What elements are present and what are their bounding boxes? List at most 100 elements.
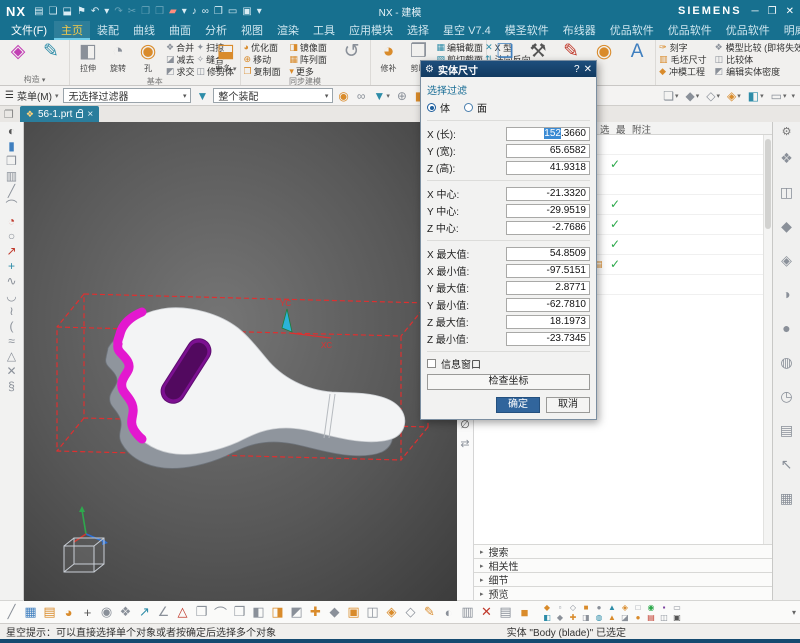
magnet-icon[interactable]: ⊕ <box>397 89 408 103</box>
plus-icon[interactable]: + <box>8 259 15 273</box>
mini-icon-14[interactable]: ✚ <box>568 613 578 622</box>
toolbar-more-icon[interactable]: ▾ <box>792 608 796 617</box>
mini-icon-7[interactable]: ◈ <box>620 603 630 612</box>
ok-button[interactable]: 确定 <box>496 397 540 413</box>
compare-body-icon[interactable]: ◫比较体 <box>715 53 800 65</box>
field-input[interactable]: 54.8509 <box>506 247 590 261</box>
dialog-title-bar[interactable]: ⚙ 实体尺寸 ? ✕ <box>421 61 596 77</box>
constraint-navigator-icon[interactable]: ◫ <box>776 182 798 202</box>
ribbon-tab[interactable]: 布线器 <box>556 21 603 40</box>
collapsed-section[interactable]: ▸搜索 <box>474 544 772 558</box>
field-input[interactable]: 41.9318 <box>506 161 590 175</box>
engrave-text-icon[interactable]: ✑刻字 <box>659 41 707 53</box>
assembly-navigator-icon[interactable]: ❖ <box>776 148 798 168</box>
field-input[interactable]: -23.7345 <box>506 332 590 346</box>
ribbon-tab[interactable]: 选择 <box>400 21 436 40</box>
pattern-face-icon[interactable]: ▦阵列面 <box>289 53 333 65</box>
field-input[interactable]: -2.7686 <box>506 221 590 235</box>
menu-button[interactable]: ☰菜单(M)▾ <box>5 88 58 103</box>
snap-angle-icon[interactable]: ∠ <box>156 604 171 620</box>
undo-icon[interactable]: ↶ <box>91 6 99 17</box>
snap-outline-icon[interactable]: ◇ <box>403 604 418 620</box>
mini-icon-1[interactable]: ◆ <box>542 603 552 612</box>
blank-view-icon[interactable]: ▭▾ <box>771 89 787 103</box>
window-grid-icon[interactable]: ▦ <box>776 488 798 508</box>
ribbon-tab[interactable]: 曲面 <box>162 21 198 40</box>
model-compare-icon[interactable]: ❖模型比较 (即将失效) <box>715 41 800 53</box>
snap-half3-icon[interactable]: ◩ <box>289 604 304 620</box>
snap-square-icon[interactable]: ▣ <box>346 604 361 620</box>
cancel-button[interactable]: 取消 <box>546 397 590 413</box>
ribbon-tab[interactable]: 渲染 <box>270 21 306 40</box>
navigator-column-header[interactable]: 附注 <box>632 122 651 136</box>
ribbon-tab[interactable]: 明威科技 <box>777 21 800 40</box>
snap-pen-icon[interactable]: ✎ <box>422 604 437 620</box>
window-icon[interactable]: ▭ <box>228 6 237 17</box>
navigator-column-header[interactable]: 选 <box>600 122 610 136</box>
mirror-face-icon[interactable]: ◨镜像面 <box>289 41 333 53</box>
hole-icon[interactable]: ◉孔 <box>133 41 163 74</box>
cut-icon[interactable]: ✂ <box>128 6 136 17</box>
ribbon-tab[interactable]: 装配 <box>90 21 126 40</box>
datum-plane-icon[interactable]: ◈ <box>3 41 33 63</box>
line-icon[interactable]: ╱ <box>8 184 15 198</box>
snap-grid-icon[interactable]: ▦ <box>23 604 38 620</box>
mini-icon-22[interactable]: ▣ <box>672 613 682 622</box>
edit-section-icon[interactable]: ▦编辑截面 <box>437 41 484 53</box>
window-view-icon[interactable]: ❏▾ <box>663 89 678 103</box>
snap-diamond-icon[interactable]: ◆ <box>327 604 342 620</box>
snap-moon-icon[interactable]: ◐ <box>441 605 456 620</box>
minimize-button[interactable]: ─ <box>752 6 759 17</box>
selection-scope-dropdown[interactable]: 整个装配▾ <box>213 88 333 103</box>
ribbon-tab[interactable]: 优品软件 <box>719 21 777 40</box>
snap-join-icon[interactable]: ◫ <box>365 604 380 620</box>
snap-arc-icon[interactable]: ⌒ <box>213 603 228 622</box>
field-input[interactable]: -62.7810 <box>506 298 590 312</box>
navigator-scrollbar[interactable] <box>763 135 772 544</box>
helix-icon[interactable]: § <box>8 379 15 393</box>
touch-command-icon[interactable]: ▰ <box>169 6 177 17</box>
toolbar-overflow-icon[interactable]: ▾ <box>791 92 795 100</box>
filter-radio[interactable]: 体 <box>427 100 450 115</box>
die-engineering-icon[interactable]: ◆冲模工程 <box>659 65 707 77</box>
more-sync-icon[interactable]: ▾更多 <box>289 65 333 77</box>
deviation-gauge-icon[interactable]: ▮ <box>8 139 15 153</box>
collapsed-section[interactable]: ▸相关性 <box>474 558 772 572</box>
snap-panel-icon[interactable]: ▤ <box>42 604 57 620</box>
move-face-icon[interactable]: ⊕移动 <box>244 53 288 65</box>
duplicate-window-icon[interactable]: ❐ <box>214 6 223 17</box>
sketch-icon[interactable]: ✎ <box>36 41 66 63</box>
link-icon[interactable]: ∞ <box>202 6 209 17</box>
filter-funnel-icon[interactable]: ▼▾ <box>373 89 389 103</box>
snap-pair-icon[interactable]: ∞ <box>357 89 367 103</box>
mini-icon-21[interactable]: ◫ <box>659 613 669 622</box>
snap-sheet-icon[interactable]: ▤ <box>498 604 513 620</box>
snap-copy-icon[interactable]: ❐ <box>194 604 209 620</box>
snap-x-icon[interactable]: ✕ <box>479 604 494 620</box>
ribbon-tab[interactable]: 视图 <box>234 21 270 40</box>
field-input[interactable]: 18.1973 <box>506 315 590 329</box>
mini-icon-16[interactable]: ◍ <box>594 613 604 622</box>
snap-box-icon[interactable]: ❒ <box>232 604 247 620</box>
ribbon-tab[interactable]: 文件(F) <box>4 21 54 40</box>
redo-icon[interactable]: ↷ <box>114 6 122 17</box>
collapsed-section[interactable]: ▸细节 <box>474 572 772 586</box>
info-window-checkbox[interactable] <box>427 359 436 368</box>
snap-plus-icon[interactable]: + <box>80 605 95 620</box>
part-tab-56-1[interactable]: ❖ 56-1.prt × <box>20 106 99 122</box>
paste-icon[interactable]: ❒ <box>155 6 164 17</box>
snap-solid-icon[interactable]: ◕ <box>61 605 76 620</box>
ribbon-tab[interactable]: 优品软件 <box>603 21 661 40</box>
mini-icon-11[interactable]: ▭ <box>672 603 682 612</box>
snap-cluster-icon[interactable]: ❖ <box>118 604 133 620</box>
edit-density-icon[interactable]: ◩编辑实体密度 <box>715 65 800 77</box>
new-file-icon[interactable]: ▤ <box>34 6 43 17</box>
selection-filter-dropdown[interactable]: 无选择过滤器▾ <box>63 88 191 103</box>
mini-icon-10[interactable]: ▪ <box>659 603 669 612</box>
section-view-icon[interactable]: ◧▾ <box>748 89 764 103</box>
window-layout-icon[interactable]: ❐ <box>4 108 14 121</box>
mini-icon-4[interactable]: ■ <box>581 603 591 612</box>
circle-icon[interactable]: ◔ <box>8 214 15 228</box>
field-input[interactable]: 65.6582 <box>506 144 590 158</box>
copy-icon[interactable]: ❐ <box>141 6 150 17</box>
